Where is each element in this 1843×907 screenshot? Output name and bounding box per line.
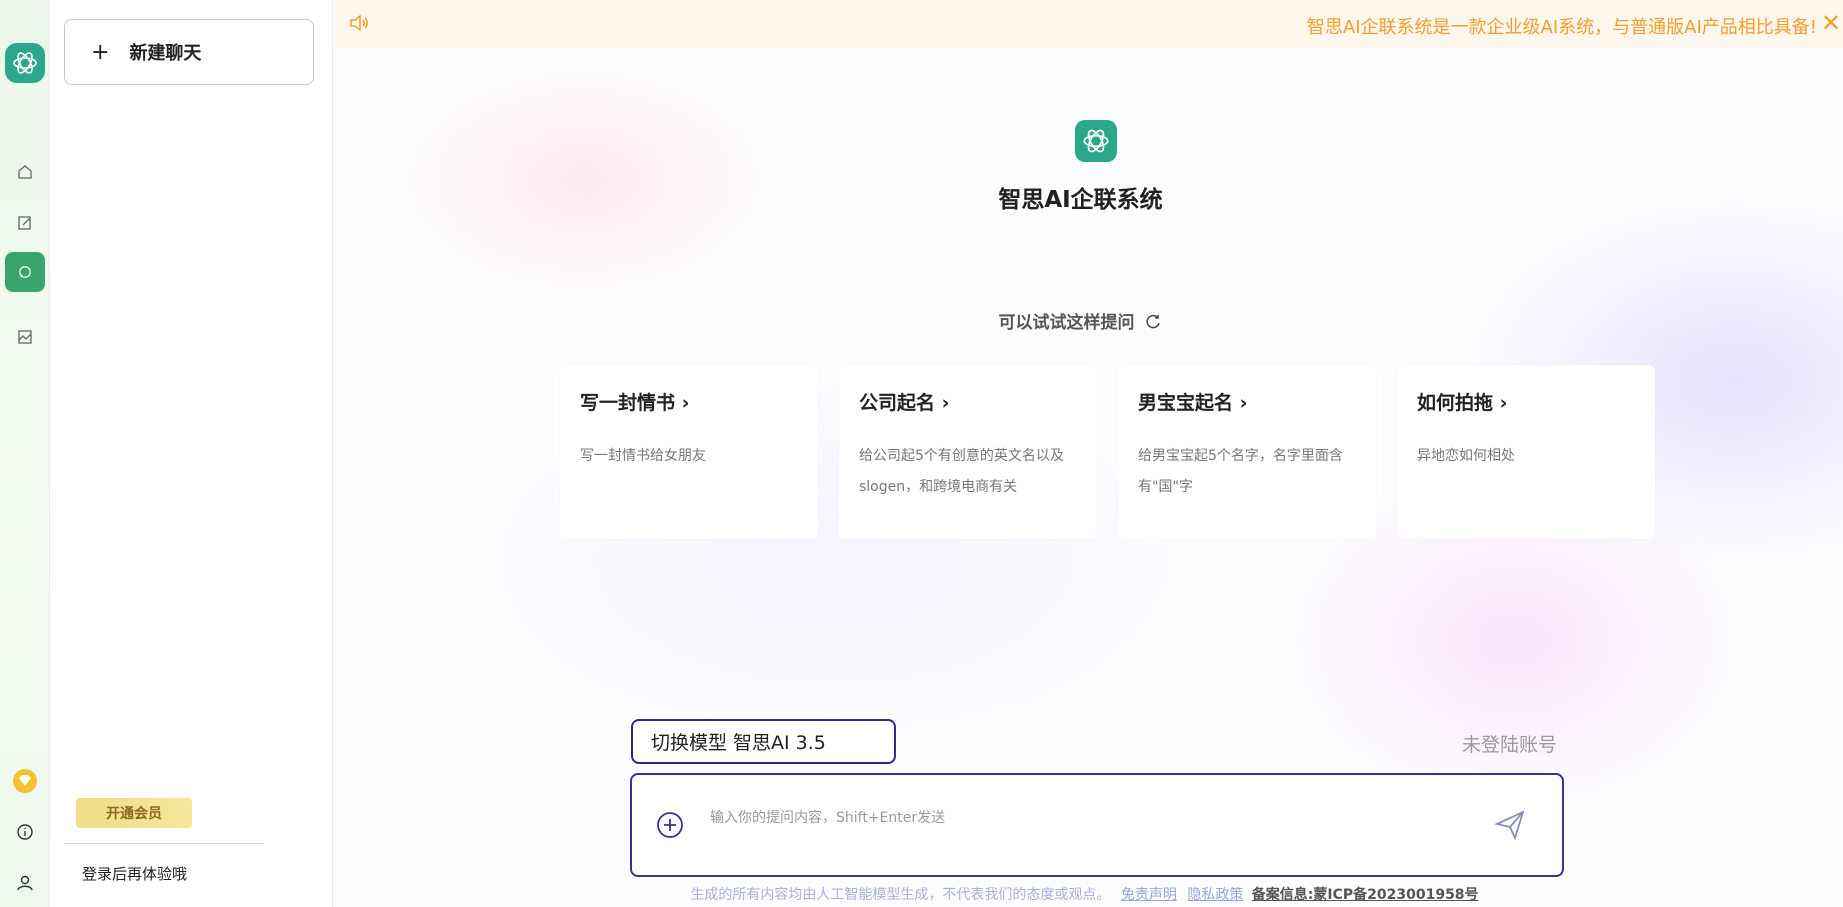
suggestion-card[interactable]: 写一封情书 › 写一封情书给女朋友 (560, 365, 818, 539)
suggestions-heading-text: 可以试试这样提问 (998, 313, 1135, 333)
left-rail (0, 0, 50, 907)
icp-link[interactable]: 备案信息:蒙ICP备2023001958号 (1252, 887, 1479, 903)
card-desc: 给公司起5个有创意的英文名以及slogen，和跨境电商有关 (859, 448, 1064, 495)
divider (64, 843, 264, 844)
image-icon[interactable] (9, 321, 41, 353)
composer (630, 773, 1564, 877)
footer-disclaimer: 生成的所有内容均由人工智能模型生成，不代表我们的态度或观点。 (690, 887, 1111, 903)
switch-model-button[interactable]: 切换模型 智思AI 3.5 (631, 719, 896, 764)
notice-text: 智思AI企联系统是一款企业级AI系统，与普通版AI产品相比具备! (1306, 17, 1817, 38)
suggestion-card[interactable]: 如何拍拖 › 异地恋如何相处 (1397, 365, 1655, 539)
vip-diamond-icon[interactable] (9, 765, 41, 797)
card-title: 公司起名 (859, 392, 936, 414)
card-desc: 给男宝宝起5个名字，名字里面含有"国"字 (1138, 448, 1343, 495)
chat-sidebar: + 新建聊天 开通会员 登录后再体验哦 (51, 0, 333, 907)
vip-button[interactable]: 开通会员 (76, 798, 192, 828)
notice-bar: 智思AI企联系统是一款企业级AI系统，与普通版AI产品相比具备! ✕ (334, 0, 1843, 48)
chevron-right-icon: › (681, 392, 690, 414)
chevron-right-icon: › (1239, 392, 1248, 414)
logo-icon[interactable] (5, 43, 45, 83)
info-icon[interactable] (9, 816, 41, 848)
prompt-input[interactable] (710, 803, 1470, 833)
suggestion-card[interactable]: 公司起名 › 给公司起5个有创意的英文名以及slogen，和跨境电商有关 (839, 365, 1097, 539)
chat-icon[interactable] (5, 252, 45, 292)
terms-link[interactable]: 免责声明 (1121, 887, 1177, 903)
user-icon[interactable] (9, 867, 41, 899)
send-icon[interactable] (1494, 809, 1526, 845)
refresh-icon[interactable] (1144, 313, 1162, 336)
card-desc: 写一封情书给女朋友 (580, 448, 706, 464)
chevron-right-icon: › (1499, 392, 1508, 414)
main-area: 智思AI企联系统是一款企业级AI系统，与普通版AI产品相比具备! ✕ 智思AI企… (334, 0, 1843, 907)
suggestion-card[interactable]: 男宝宝起名 › 给男宝宝起5个名字，名字里面含有"国"字 (1118, 365, 1376, 539)
edit-icon[interactable] (9, 207, 41, 239)
close-icon[interactable]: ✕ (1821, 9, 1841, 37)
login-status[interactable]: 未登陆账号 (1462, 730, 1557, 757)
home-icon[interactable] (9, 156, 41, 188)
brand-title: 智思AI企联系统 (998, 187, 1163, 213)
chevron-right-icon: › (941, 392, 950, 414)
card-title: 写一封情书 (580, 392, 676, 414)
new-chat-button[interactable]: + 新建聊天 (64, 19, 314, 85)
brand-logo-icon (1075, 120, 1117, 162)
suggestions-heading: 可以试试这样提问 (334, 308, 1843, 336)
card-title: 男宝宝起名 (1138, 392, 1234, 414)
login-tip[interactable]: 登录后再体验哦 (82, 863, 187, 884)
footer: 生成的所有内容均由人工智能模型生成，不代表我们的态度或观点。 免责声明 隐私政策… (334, 884, 1843, 904)
card-desc: 异地恋如何相处 (1417, 448, 1515, 464)
new-chat-label: 新建聊天 (129, 43, 202, 64)
card-title: 如何拍拖 (1417, 392, 1494, 414)
add-circle-icon[interactable] (656, 811, 684, 843)
plus-icon: + (91, 39, 110, 65)
privacy-link[interactable]: 隐私政策 (1187, 887, 1243, 903)
speaker-icon (348, 12, 370, 38)
